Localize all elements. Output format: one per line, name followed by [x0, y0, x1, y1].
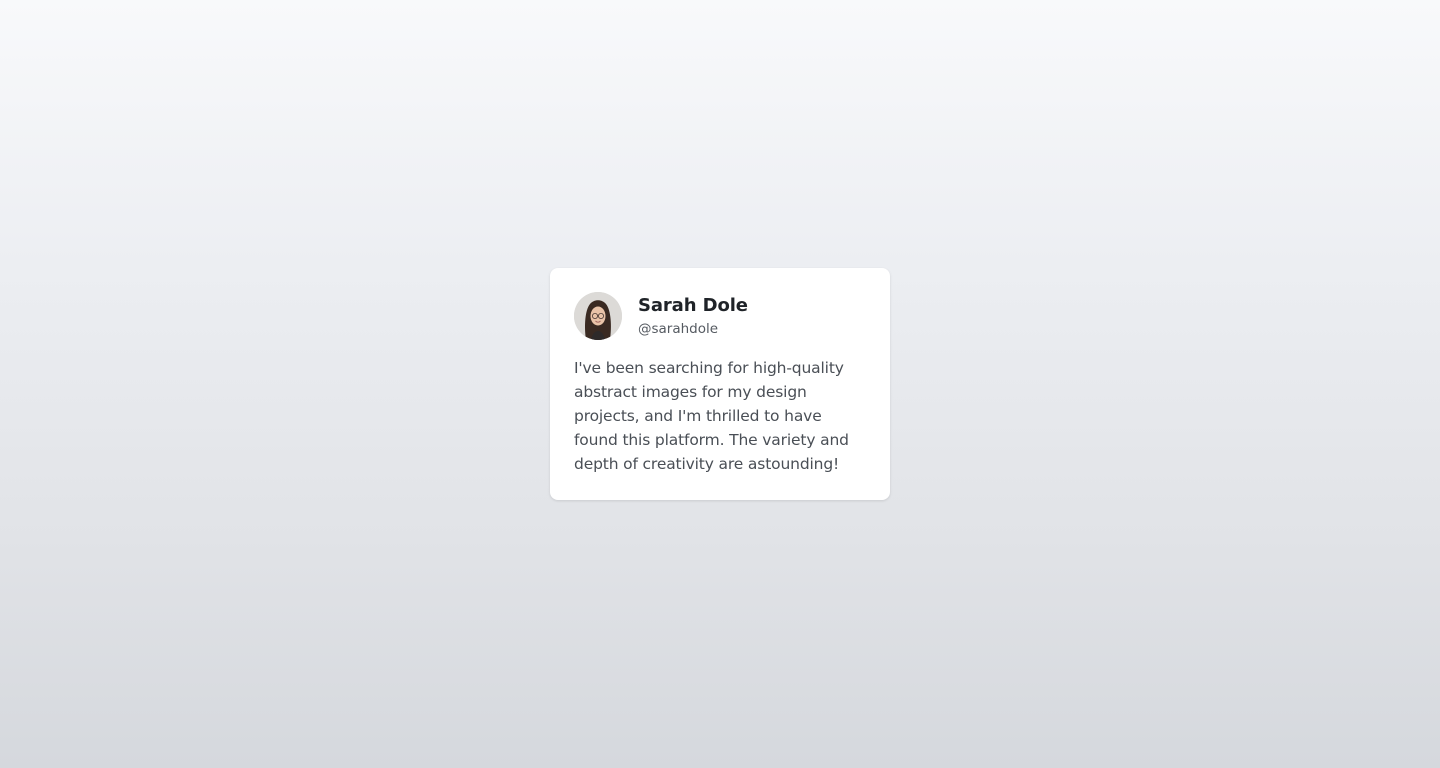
- testimonial-quote: I've been searching for high-quality abs…: [574, 359, 849, 473]
- testimonial-card: Sarah Dole @sarahdole I've been searchin…: [550, 268, 890, 500]
- author-handle: @sarahdole: [638, 320, 719, 337]
- avatar: [574, 292, 622, 340]
- author-name: Sarah Dole: [638, 294, 748, 316]
- avatar-photo-icon: [574, 292, 622, 340]
- testimonial-header: Sarah Dole @sarahdole: [574, 292, 866, 340]
- author-identity: Sarah Dole @sarahdole: [638, 294, 748, 339]
